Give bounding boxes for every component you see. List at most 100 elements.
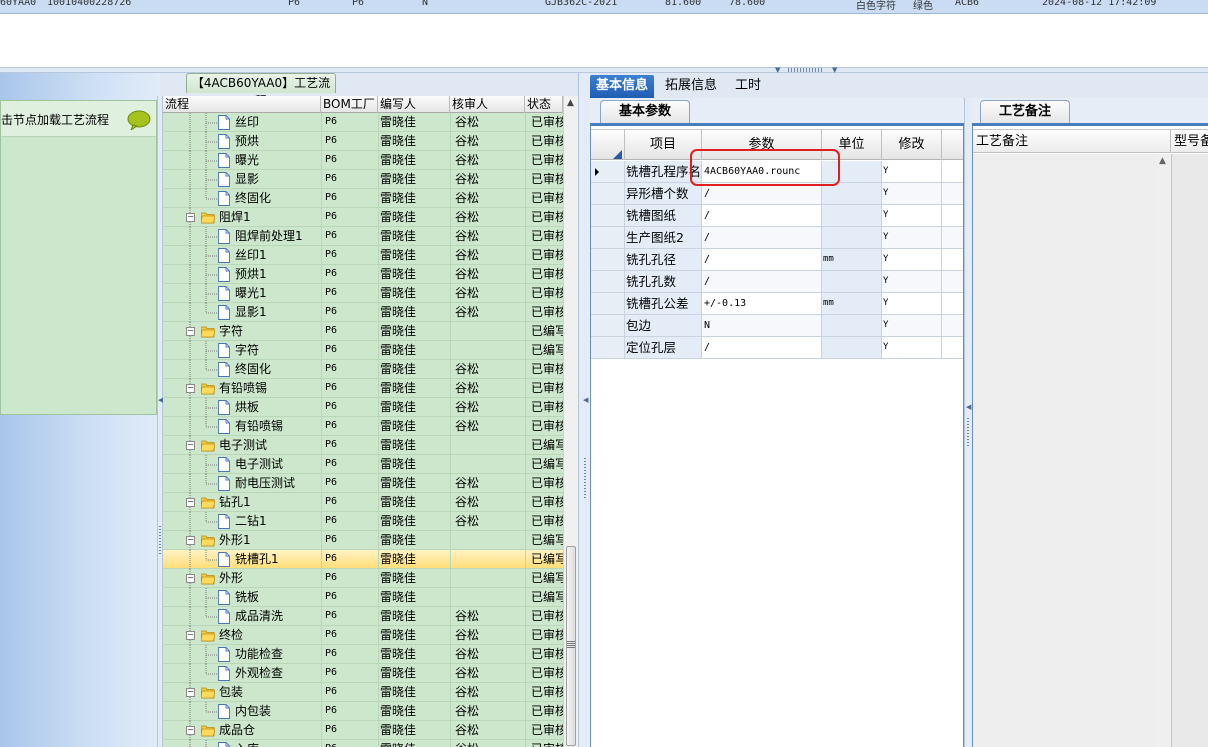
column-header-status[interactable]: 状态 [525,96,563,113]
param-row[interactable]: 铣槽孔公差 +/-0.13 mm Y [591,293,963,315]
tree-row[interactable]: − 终检 P6 雷晓佳 谷松 已审核 [163,626,567,645]
param-unit-cell[interactable] [822,315,882,337]
right-splitter[interactable]: ◀ [964,98,972,747]
param-value-cell[interactable]: / [702,249,822,271]
tree-row[interactable]: 预烘 P6 雷晓佳 谷松 已审核 [163,132,567,151]
param-modified-cell[interactable]: Y [882,271,942,293]
param-value-cell[interactable]: / [702,227,822,249]
basic-params-grid[interactable]: 项目 参数 单位 修改 铣槽孔程序名 4ACB60YAA0.rounc Y 异形槽个数… [590,126,964,747]
row-header-corner[interactable] [591,130,625,160]
tree-title-tab[interactable]: 【4ACB60YAA0】工艺流程 [186,73,336,108]
param-row[interactable]: 包边 N Y [591,315,963,337]
splitter-grip-icon[interactable] [159,526,161,556]
param-unit-cell[interactable] [822,183,882,205]
row-indicator[interactable] [591,271,625,293]
param-value-cell[interactable]: / [702,183,822,205]
param-modified-cell[interactable]: Y [882,227,942,249]
param-row[interactable]: 生产图纸2/ Y [591,227,963,249]
tree-row[interactable]: 丝印 P6 雷晓佳 谷松 已审核 [163,113,567,132]
param-value-cell[interactable]: / [702,337,822,359]
row-indicator[interactable] [591,161,625,183]
tree-row[interactable]: − 字符 P6 雷晓佳 已编写 [163,322,567,341]
param-modified-cell[interactable]: Y [882,161,942,183]
tree-row[interactable]: 有铅喷锡 P6 雷晓佳 谷松 已审核 [163,417,567,436]
param-row[interactable]: 异形槽个数 / Y [591,183,963,205]
tree-row[interactable]: 阻焊前处理1 P6 雷晓佳 谷松 已审核 [163,227,567,246]
tree-row[interactable]: 曝光1 P6 雷晓佳 谷松 已审核 [163,284,567,303]
param-modified-cell[interactable]: Y [882,249,942,271]
scroll-up-arrow-icon[interactable]: ▲ [1159,156,1166,166]
collapse-node-icon[interactable]: − [186,384,195,393]
tree-row[interactable]: 丝印1 P6 雷晓佳 谷松 已审核 [163,246,567,265]
param-unit-cell[interactable] [822,271,882,293]
param-unit-cell[interactable]: mm [822,293,882,315]
splitter-grip-icon[interactable] [788,68,824,72]
column-header-model-notes[interactable]: 型号备注 [1171,130,1208,153]
tree-row[interactable]: 字符 P6 雷晓佳 已编写 [163,341,567,360]
column-header-process-notes[interactable]: 工艺备注 [973,130,1171,153]
collapse-node-icon[interactable]: − [186,574,195,583]
tree-row[interactable]: 内包装 P6 雷晓佳 谷松 已审核 [163,702,567,721]
tree-row[interactable]: − 有铅喷锡 P6 雷晓佳 谷松 已审核 [163,379,567,398]
tab-work-hours[interactable]: 工时 [729,75,767,98]
process-notes-grid[interactable]: 工艺备注 型号备注 ▲ [972,126,1208,747]
tree-row[interactable]: − 电子测试 P6 雷晓佳 已编写 [163,436,567,455]
tree-row[interactable]: 功能检查 P6 雷晓佳 谷松 已审核 [163,645,567,664]
tab-basic-params[interactable]: 基本参数 [600,100,690,124]
tree-row[interactable]: − 包装 P6 雷晓佳 谷松 已审核 [163,683,567,702]
param-unit-cell[interactable] [822,205,882,227]
collapse-right-icon[interactable]: ◀ [966,403,971,411]
param-row[interactable]: 铣孔孔径 / mm Y [591,249,963,271]
column-header-bom-factory[interactable]: BOM工厂 [321,96,378,113]
row-indicator[interactable] [591,315,625,337]
param-modified-cell[interactable]: Y [882,337,942,359]
tree-row[interactable]: 烘板 P6 雷晓佳 谷松 已审核 [163,398,567,417]
param-modified-cell[interactable]: Y [882,315,942,337]
row-indicator[interactable] [591,293,625,315]
tree-vertical-scrollbar[interactable]: ▲ [563,96,578,747]
column-header-flow[interactable]: 流程 [163,96,321,113]
collapse-node-icon[interactable]: − [186,213,195,222]
tab-process-notes[interactable]: 工艺备注 [980,100,1070,124]
column-header-author[interactable]: 编写人 [378,96,450,113]
tree-row[interactable]: 显影 P6 雷晓佳 谷松 已审核 [163,170,567,189]
param-modified-cell[interactable]: Y [882,205,942,227]
tree-row[interactable]: − 阻焊1 P6 雷晓佳 谷松 已审核 [163,208,567,227]
collapse-right-icon[interactable]: ◀ [583,396,588,404]
tree-row[interactable]: 外观检查 P6 雷晓佳 谷松 已审核 [163,664,567,683]
tree-row[interactable]: 二钻1 P6 雷晓佳 谷松 已审核 [163,512,567,531]
tree-row[interactable]: 成品清洗 P6 雷晓佳 谷松 已审核 [163,607,567,626]
row-indicator[interactable] [591,337,625,359]
collapse-node-icon[interactable]: − [186,726,195,735]
tab-extended-info[interactable]: 拓展信息 [659,75,723,98]
process-flow-tree-grid[interactable]: 流程 BOM工厂 编写人 核审人 状态 丝印 P6 雷晓佳 谷松 已审核 预烘 P6 雷晓佳谷… [163,96,578,747]
collapse-node-icon[interactable]: − [186,327,195,336]
splitter-grip-icon[interactable] [967,418,969,448]
param-value-cell[interactable]: +/-0.13 [702,293,822,315]
row-indicator[interactable] [591,183,625,205]
tree-row[interactable]: − 成品仓 P6 雷晓佳 谷松 已审核 [163,721,567,740]
collapse-node-icon[interactable]: − [186,536,195,545]
tree-row[interactable]: 终固化 P6 雷晓佳 谷松 已审核 [163,360,567,379]
tree-row-selected[interactable]: 铣槽孔1 P6 雷晓佳 已编写 [163,550,567,569]
row-indicator[interactable] [591,205,625,227]
param-value-cell[interactable]: N [702,315,822,337]
collapse-node-icon[interactable]: − [186,631,195,640]
tab-basic-info[interactable]: 基本信息 [590,75,655,98]
tree-row[interactable]: − 外形1 P6 雷晓佳 已编写 [163,531,567,550]
param-value-cell[interactable]: / [702,205,822,227]
tree-row[interactable]: 耐电压测试 P6 雷晓佳 谷松 已审核 [163,474,567,493]
tree-row[interactable]: − 钻孔1 P6 雷晓佳 谷松 已审核 [163,493,567,512]
notes-vertical-scrollbar[interactable]: ▲ [1156,154,1171,747]
row-indicator[interactable] [591,227,625,249]
tree-row[interactable]: 显影1 P6 雷晓佳 谷松 已审核 [163,303,567,322]
column-header-checker[interactable]: 核审人 [450,96,525,113]
collapse-node-icon[interactable]: − [186,688,195,697]
param-row[interactable]: 铣槽图纸 / Y [591,205,963,227]
tree-row[interactable]: 入库P6雷晓佳谷松已审核 [163,740,567,747]
param-modified-cell[interactable]: Y [882,183,942,205]
param-unit-cell[interactable] [822,337,882,359]
collapse-node-icon[interactable]: − [186,498,195,507]
param-modified-cell[interactable]: Y [882,293,942,315]
param-row[interactable]: 定位孔层 / Y [591,337,963,359]
